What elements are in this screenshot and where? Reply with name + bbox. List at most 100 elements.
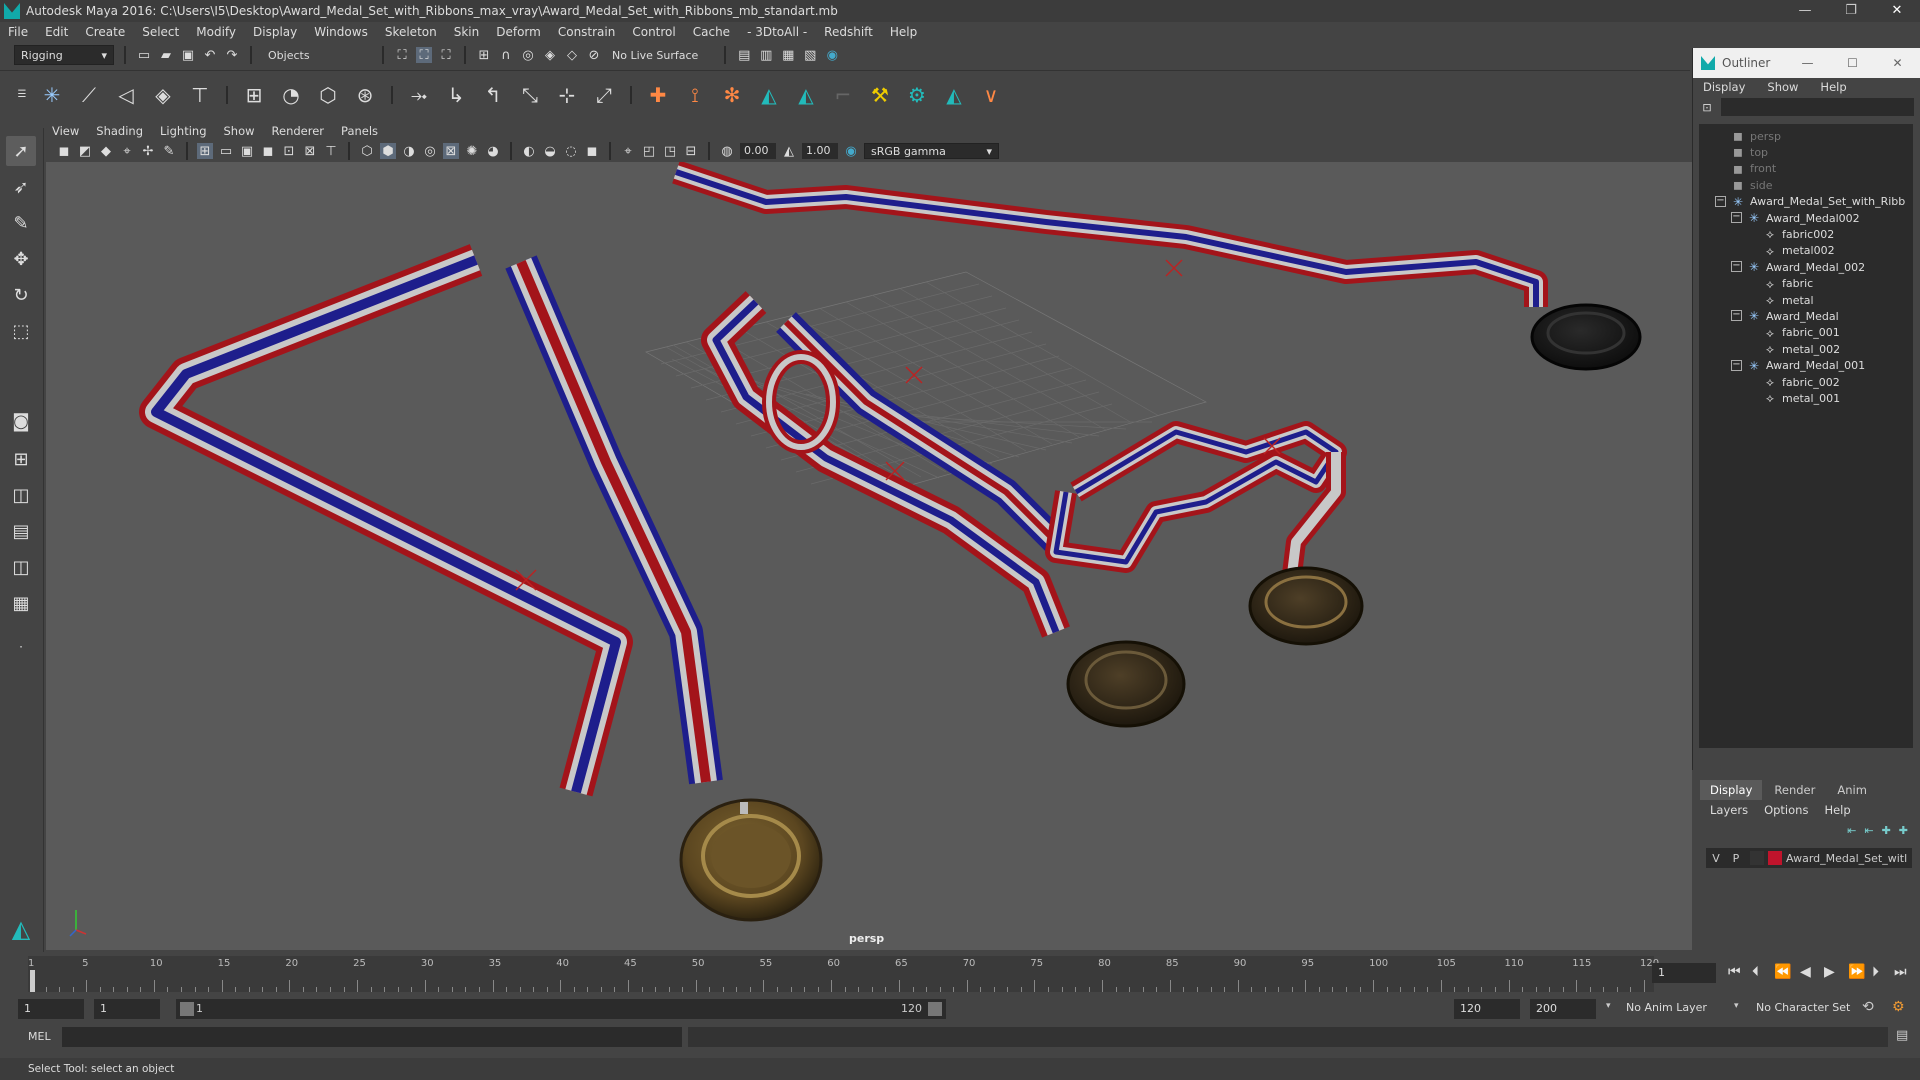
shelf-menu-icon[interactable]: ☰: [14, 87, 30, 103]
outliner-maximize-button[interactable]: ☐: [1830, 56, 1875, 70]
smooth-bind-icon[interactable]: ◔: [276, 80, 306, 110]
locator-icon[interactable]: ✚: [643, 80, 673, 110]
lights-icon[interactable]: ✺: [464, 143, 480, 159]
smooth-shade-icon[interactable]: ⬢: [380, 143, 396, 159]
lattice-icon[interactable]: ⬡: [313, 80, 343, 110]
lasso-tool-icon[interactable]: ➶: [6, 172, 36, 202]
xray-joints-icon[interactable]: ◳: [662, 143, 678, 159]
snap-grid-icon[interactable]: ⊞: [476, 47, 492, 63]
collapse-toggle-icon[interactable]: −: [1715, 195, 1726, 207]
hypershade-icon[interactable]: ▧: [802, 47, 818, 63]
menu-edit[interactable]: Edit: [45, 25, 68, 39]
outliner-item[interactable]: ⟡ metal_001: [1763, 388, 1840, 408]
layer-menu-help[interactable]: Help: [1824, 803, 1850, 817]
menu-windows[interactable]: Windows: [314, 25, 368, 39]
range-start-handle[interactable]: [180, 1002, 194, 1016]
outliner-minimize-button[interactable]: —: [1785, 56, 1830, 70]
minimize-button[interactable]: —: [1782, 0, 1828, 22]
default-material-icon[interactable]: ◑: [401, 143, 417, 159]
color-space-dropdown[interactable]: sRGB gamma ▾: [864, 143, 999, 159]
select-component-icon[interactable]: ⛶: [438, 47, 454, 63]
isolate-select-icon[interactable]: ⌖: [620, 143, 636, 159]
parent-constraint-icon[interactable]: ⊹: [552, 80, 582, 110]
select-tool-icon[interactable]: ➚: [6, 136, 36, 166]
wireframe-on-shaded-icon[interactable]: ◎: [422, 143, 438, 159]
go-to-end-icon[interactable]: ⏭: [1894, 964, 1907, 980]
script-editor-icon[interactable]: ▤: [1896, 1028, 1908, 1043]
menu-skin[interactable]: Skin: [454, 25, 480, 39]
collapse-toggle-icon[interactable]: −: [1731, 359, 1742, 371]
new-layer-icon[interactable]: ✚: [1882, 824, 1891, 837]
depth-of-field-icon[interactable]: ◼: [584, 143, 600, 159]
mirror-joint-icon[interactable]: ◈: [148, 80, 178, 110]
new-layer-selected-icon[interactable]: ✚: [1899, 824, 1908, 837]
go-to-start-icon[interactable]: ⏮: [1728, 964, 1741, 980]
panel-menu-renderer[interactable]: Renderer: [272, 124, 325, 138]
grid-icon[interactable]: ⊞: [197, 143, 213, 159]
open-scene-icon[interactable]: ▰: [158, 47, 174, 63]
menu-select[interactable]: Select: [142, 25, 179, 39]
command-language-label[interactable]: MEL: [28, 1030, 51, 1043]
outliner-menu-help[interactable]: Help: [1820, 80, 1846, 94]
menu-deform[interactable]: Deform: [496, 25, 541, 39]
step-back-key-icon[interactable]: ⏪: [1774, 964, 1791, 980]
bookmark-icon[interactable]: ◆: [98, 143, 114, 159]
side-by-side-icon[interactable]: ◫: [6, 480, 36, 510]
outliner-menu-display[interactable]: Display: [1703, 80, 1745, 94]
playback-start-field[interactable]: 1: [94, 999, 160, 1019]
snap-center-icon[interactable]: ⊘: [586, 47, 602, 63]
layer-playback-toggle[interactable]: P: [1726, 852, 1746, 865]
xray-components-icon[interactable]: ⊟: [683, 143, 699, 159]
menu-cache[interactable]: Cache: [693, 25, 730, 39]
start-frame-field[interactable]: 1: [18, 999, 84, 1019]
panel-menu-panels[interactable]: Panels: [341, 124, 378, 138]
move-layer-up-icon[interactable]: ⇤: [1847, 824, 1856, 837]
menu-display[interactable]: Display: [253, 25, 297, 39]
character-controls-icon[interactable]: ◭: [754, 80, 784, 110]
orient-joint-icon[interactable]: ⊤: [185, 80, 215, 110]
menu-file[interactable]: File: [8, 25, 28, 39]
menu-skeleton[interactable]: Skeleton: [385, 25, 437, 39]
custom-layout-icon[interactable]: ⋅: [6, 632, 36, 662]
current-frame-field[interactable]: 1: [1652, 963, 1716, 983]
panel-menu-shading[interactable]: Shading: [96, 124, 143, 138]
anti-alias-icon[interactable]: ◌: [563, 143, 579, 159]
save-scene-icon[interactable]: ▣: [180, 47, 196, 63]
anim-layer-dropdown[interactable]: No Anim Layer: [1626, 1001, 1707, 1014]
ambient-occlusion-icon[interactable]: ◐: [521, 143, 537, 159]
gamma-field[interactable]: 1.00: [802, 143, 838, 159]
two-d-pan-icon[interactable]: ✢: [140, 143, 156, 159]
wireframe-icon[interactable]: ⬡: [359, 143, 375, 159]
collapse-toggle-icon[interactable]: −: [1731, 310, 1742, 322]
new-scene-icon[interactable]: ▭: [136, 47, 152, 63]
field-chart-icon[interactable]: ⊡: [281, 143, 297, 159]
snap-surface-icon[interactable]: ◇: [564, 47, 580, 63]
maximize-button[interactable]: ❐: [1828, 0, 1874, 22]
selection-mode-dropdown[interactable]: Objects: [262, 45, 372, 65]
select-object-icon[interactable]: ⛶: [416, 47, 432, 63]
collapse-toggle-icon[interactable]: −: [1731, 261, 1742, 273]
layout-graph-icon[interactable]: ▦: [6, 588, 36, 618]
shadows-icon[interactable]: ◕: [485, 143, 501, 159]
ipr-render-icon[interactable]: ▥: [758, 47, 774, 63]
safe-action-icon[interactable]: ⊠: [302, 143, 318, 159]
timeline-track[interactable]: 1 5 10 15 20 25 30 35 40 45 50 55 60 65 70 75 80 85 90 95 10…: [28, 956, 1659, 992]
command-input[interactable]: [62, 1027, 682, 1047]
camera-select-icon[interactable]: ◼: [56, 143, 72, 159]
layer-type-toggle[interactable]: [1750, 851, 1764, 865]
exposure-icon[interactable]: ◍: [719, 143, 735, 159]
outliner-menu-show[interactable]: Show: [1767, 80, 1798, 94]
layer-tab-render[interactable]: Render: [1764, 780, 1825, 800]
step-forward-key-icon[interactable]: ⏩: [1848, 964, 1865, 980]
playhead[interactable]: [30, 970, 35, 992]
component-editor-icon[interactable]: ⚙: [902, 80, 932, 110]
snap-point-icon[interactable]: ◎: [520, 47, 536, 63]
film-gate-icon[interactable]: ▭: [218, 143, 234, 159]
range-slider-track[interactable]: 1 120: [176, 999, 946, 1019]
live-surface-label[interactable]: No Live Surface: [612, 49, 698, 62]
close-button[interactable]: ✕: [1874, 0, 1920, 22]
scale-tool-icon[interactable]: ⬚: [6, 316, 36, 346]
textured-icon[interactable]: ⊠: [443, 143, 459, 159]
range-end-handle[interactable]: [928, 1002, 942, 1016]
persp-outliner-icon[interactable]: ◫: [6, 552, 36, 582]
